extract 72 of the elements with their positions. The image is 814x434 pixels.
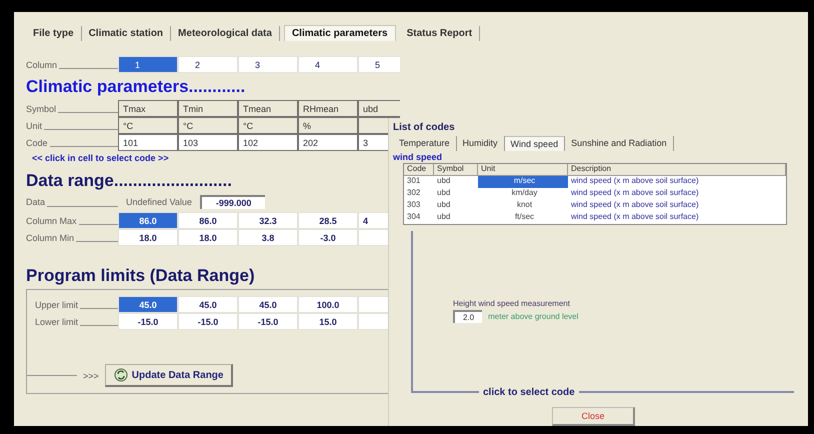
value-cell[interactable]: 28.5 bbox=[298, 212, 358, 229]
row-label: Column Max bbox=[26, 216, 77, 226]
value-cell[interactable]: 86.0 bbox=[178, 212, 238, 229]
value-cell[interactable]: 100.0 bbox=[298, 296, 358, 313]
parameter-cell[interactable]: °C bbox=[238, 117, 298, 134]
row-label: Upper limit bbox=[35, 300, 78, 310]
parameter-cell[interactable]: Tmin bbox=[178, 100, 238, 117]
column-cell[interactable]: 4 bbox=[298, 56, 358, 73]
tab[interactable]: Status Report bbox=[400, 26, 480, 40]
value-cell[interactable]: 45.0 bbox=[238, 296, 298, 313]
parameter-cell[interactable]: °C bbox=[178, 117, 238, 134]
section-label: wind speed bbox=[393, 152, 444, 162]
value-cell[interactable]: -15.0 bbox=[178, 313, 238, 330]
column-header[interactable]: Code bbox=[404, 164, 434, 176]
close-button[interactable]: Close bbox=[552, 407, 634, 426]
column-header[interactable]: Description bbox=[568, 164, 786, 176]
height-field[interactable]: 2.0 bbox=[453, 310, 482, 323]
tab[interactable]: Sunshine and Radiation bbox=[565, 136, 674, 151]
row-label: Code bbox=[26, 138, 48, 148]
row-label: Lower limit bbox=[35, 316, 78, 326]
hint-text: << click in cell to select code >> bbox=[32, 153, 169, 163]
tab[interactable]: Temperature bbox=[393, 136, 457, 151]
update-data-range-button[interactable]: Update Data Range bbox=[104, 364, 234, 387]
value-cell[interactable]: 45.0 bbox=[178, 296, 238, 313]
row-label: Data bbox=[26, 197, 46, 207]
value-cell[interactable]: -15.0 bbox=[118, 313, 178, 330]
section-heading: Climatic parameters............ bbox=[26, 77, 246, 97]
parameter-cell[interactable]: 202 bbox=[298, 134, 358, 151]
tab[interactable]: Wind speed bbox=[504, 136, 566, 151]
row-label: Symbol bbox=[26, 104, 56, 114]
parameter-cell[interactable]: 102 bbox=[238, 134, 298, 151]
table-cell[interactable]: m/sec bbox=[478, 176, 568, 188]
value-cell[interactable]: 32.3 bbox=[238, 212, 298, 229]
value-cell[interactable]: -3.0 bbox=[298, 229, 358, 246]
column-header[interactable]: Unit bbox=[478, 164, 568, 176]
tab[interactable]: File type bbox=[26, 26, 82, 40]
column-cell[interactable]: 1 bbox=[118, 56, 178, 73]
undefined-value-field[interactable]: -999.000 bbox=[200, 195, 266, 209]
tab[interactable]: Climatic station bbox=[82, 26, 172, 40]
column-cell[interactable]: 5 bbox=[358, 56, 400, 73]
parameter-cell[interactable]: RHmean bbox=[298, 100, 358, 117]
parameter-cell[interactable]: ubd bbox=[358, 100, 400, 117]
tab[interactable]: Meteorological data bbox=[171, 26, 280, 40]
hint-text: click to select code bbox=[479, 387, 579, 398]
value-cell[interactable]: 15.0 bbox=[298, 313, 358, 330]
value-cell[interactable]: 18.0 bbox=[118, 229, 178, 246]
row-label: Unit bbox=[26, 120, 42, 130]
column-header[interactable]: Symbol bbox=[434, 164, 478, 176]
value-cell[interactable]: -15.0 bbox=[238, 313, 298, 330]
value-cell[interactable]: 18.0 bbox=[178, 229, 238, 246]
parameter-cell[interactable]: 101 bbox=[118, 134, 178, 151]
refresh-icon bbox=[114, 368, 128, 382]
field-label: Undefined Value bbox=[126, 197, 192, 207]
unit-label: meter above ground level bbox=[488, 312, 578, 321]
value-cell[interactable]: 45.0 bbox=[118, 296, 178, 313]
value-cell[interactable]: 86.0 bbox=[118, 212, 178, 229]
parameter-cell[interactable]: Tmax bbox=[118, 100, 178, 117]
column-cell[interactable]: 2 bbox=[178, 56, 238, 73]
column-cell[interactable]: 3 bbox=[238, 56, 298, 73]
dialog-title: List of codes bbox=[393, 122, 456, 133]
parameter-cell[interactable]: % bbox=[298, 117, 358, 134]
tab[interactable]: Climatic parameters bbox=[284, 25, 396, 41]
arrow-text: >>> bbox=[83, 370, 99, 380]
parameter-cell[interactable]: °C bbox=[118, 117, 178, 134]
section-heading: Program limits (Data Range) bbox=[26, 266, 256, 286]
row-label: Column bbox=[26, 60, 58, 70]
field-label: Height wind speed measurement bbox=[453, 299, 571, 308]
parameter-cell[interactable]: Tmean bbox=[238, 100, 298, 117]
parameter-cell[interactable]: 103 bbox=[178, 134, 238, 151]
value-cell[interactable]: 3.8 bbox=[238, 229, 298, 246]
section-heading: Data range......................... bbox=[26, 171, 233, 191]
row-label: Column Min bbox=[26, 232, 74, 242]
